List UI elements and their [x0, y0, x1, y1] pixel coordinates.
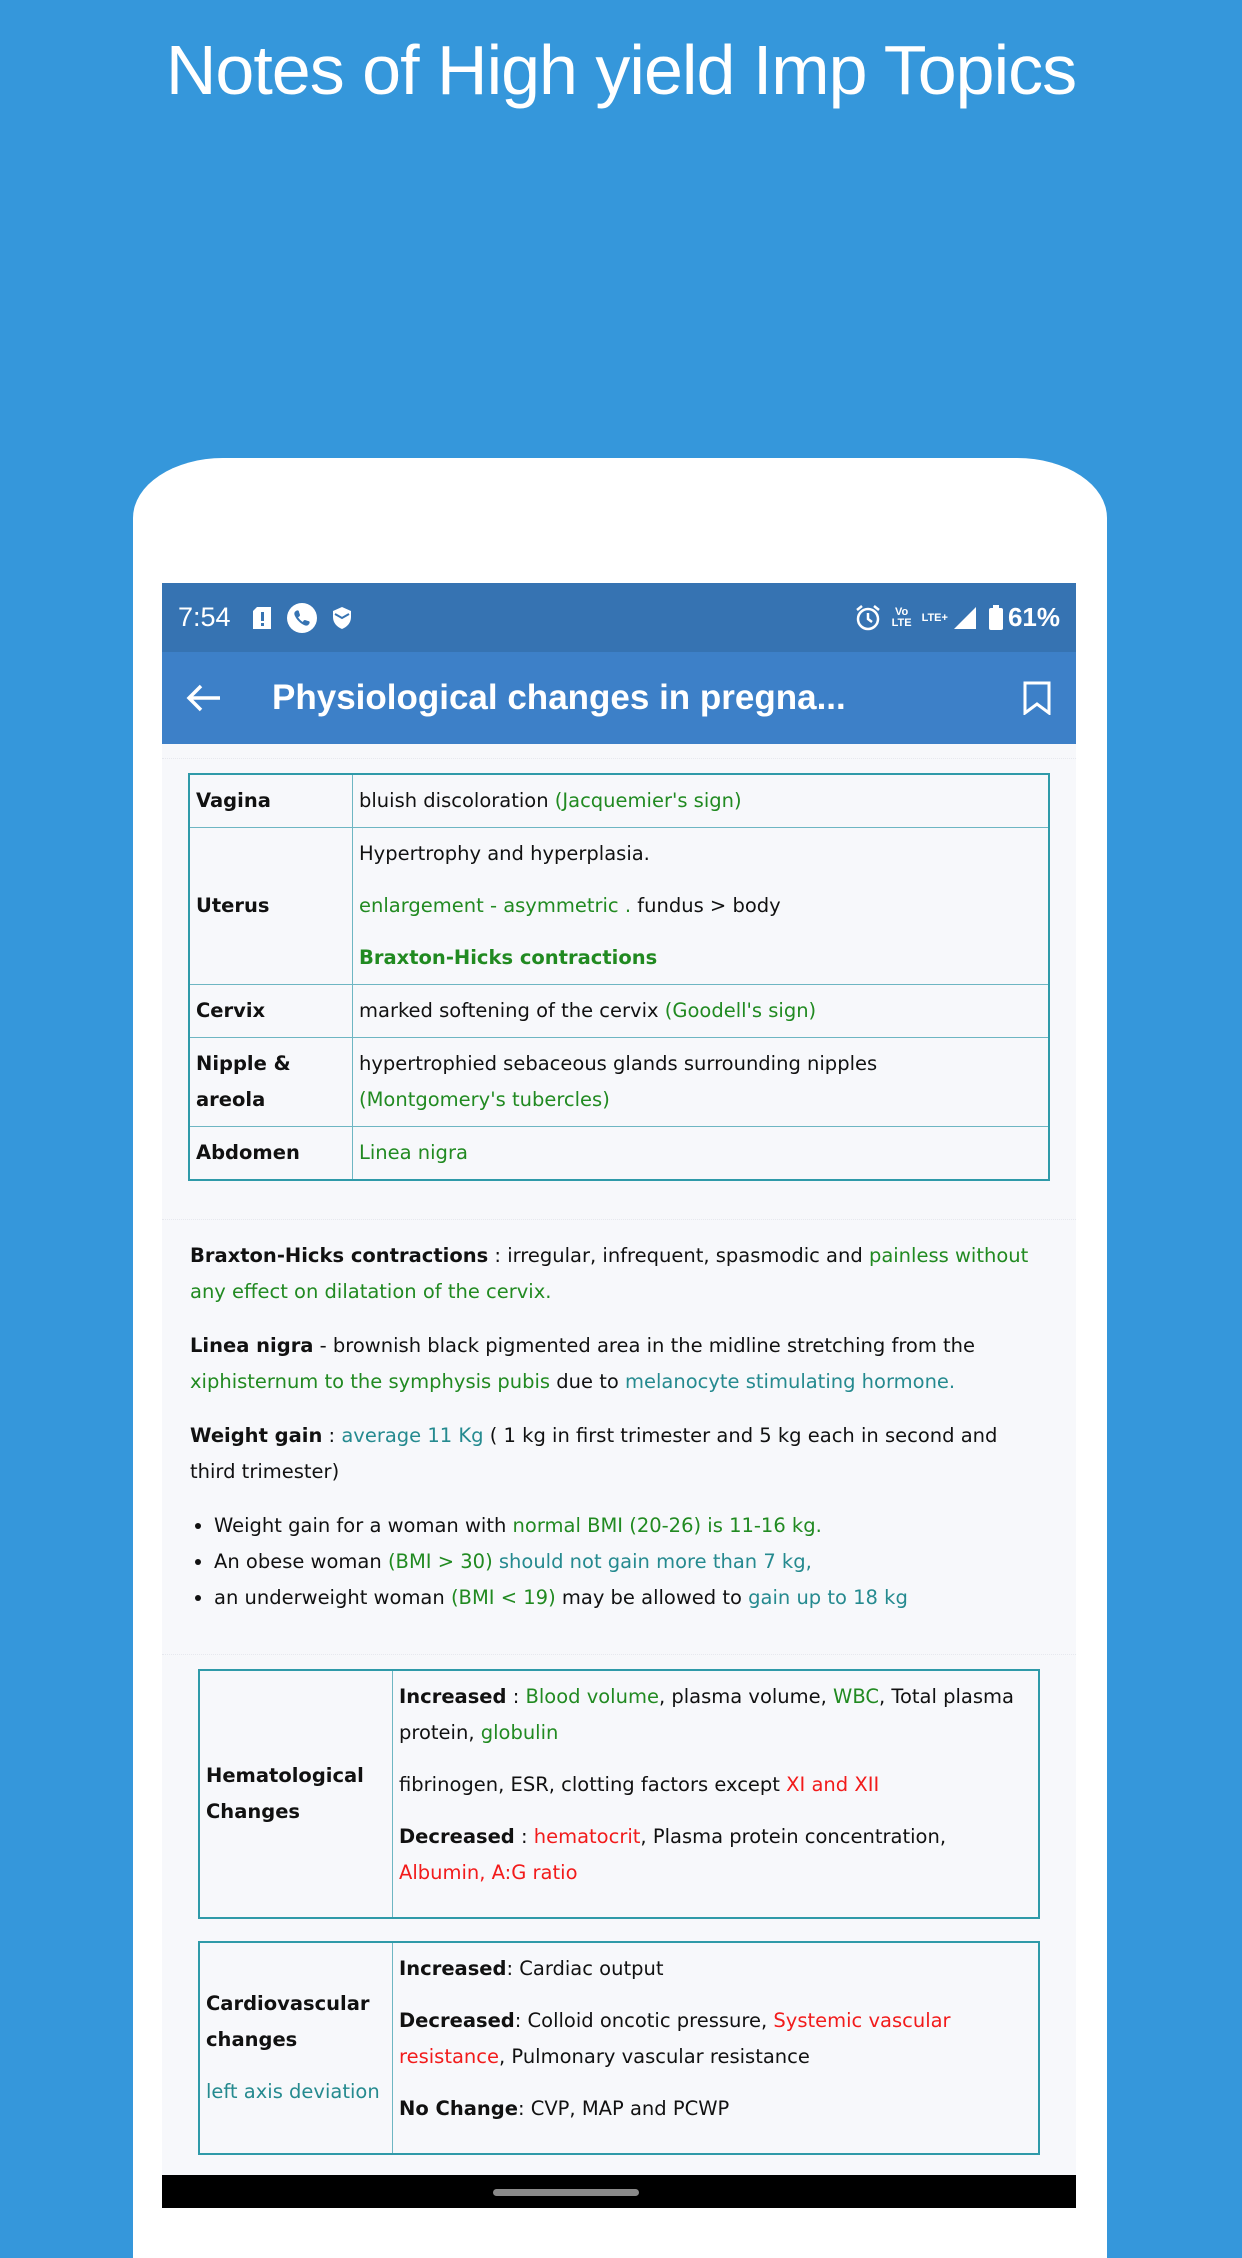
- app-bar: Physiological changes in pregna...: [162, 652, 1076, 744]
- weight-gain-paragraph: Weight gain : average 11 Kg ( 1 kg in fi…: [190, 1424, 998, 1483]
- list-item: Weight gain for a woman with normal BMI …: [214, 1508, 1050, 1544]
- battery-percent: 61%: [1007, 602, 1060, 632]
- table-row: Cardiovascular changes left axis deviati…: [198, 1941, 1040, 2155]
- table-row: Uterus Hypertrophy and hyperplasia. enla…: [188, 827, 1050, 985]
- row-value: Linea nigra: [352, 1126, 1050, 1181]
- list-item: an underweight woman (BMI < 19) may be a…: [214, 1580, 1050, 1616]
- alarm-icon: [854, 604, 882, 632]
- note-content: Vagina bluish discoloration (Jacquemier'…: [162, 744, 1076, 2155]
- navigation-bar: [162, 2175, 1076, 2208]
- home-gesture-handle[interactable]: [493, 2189, 639, 2196]
- table-row: Abdomen Linea nigra: [188, 1126, 1050, 1181]
- shield-icon: [331, 606, 353, 630]
- arrow-back-icon: [186, 684, 220, 712]
- status-bar: 7:54 Vo LTE LTE+ 61%: [162, 583, 1076, 652]
- bookmark-icon: [1023, 681, 1051, 715]
- bookmark-button[interactable]: [1012, 681, 1052, 715]
- list-item: An obese woman (BMI > 30) should not gai…: [214, 1544, 1050, 1580]
- row-head: Cervix: [188, 984, 353, 1038]
- signal-icon: [952, 605, 978, 631]
- divider: [162, 744, 1076, 759]
- row-head: Vagina: [188, 773, 353, 828]
- row-value: hypertrophied sebaceous glands surroundi…: [352, 1037, 1050, 1127]
- row-subtext: left axis deviation: [206, 2080, 380, 2103]
- table-row: Nipple & areola hypertrophied sebaceous …: [188, 1037, 1050, 1127]
- row-head: Uterus: [188, 827, 353, 985]
- braxton-paragraph: Braxton-Hicks contractions : irregular, …: [190, 1244, 1029, 1303]
- divider: [162, 1205, 1076, 1220]
- promo-title: Notes of High yield Imp Topics: [165, 31, 1077, 109]
- status-time: 7:54: [178, 602, 231, 632]
- sim-alert-icon: [251, 606, 273, 630]
- row-head: Cardiovascular changes left axis deviati…: [198, 1941, 393, 2155]
- phone-screen: 7:54 Vo LTE LTE+ 61% Physiological chang…: [162, 583, 1076, 2208]
- table-row: Cervix marked softening of the cervix (G…: [188, 984, 1050, 1038]
- page-title: Physiological changes in pregna...: [272, 678, 846, 717]
- organ-changes-table: Vagina bluish discoloration (Jacquemier'…: [188, 773, 1050, 1181]
- volte-icon: Vo LTE: [891, 605, 912, 629]
- row-head: Nipple & areola: [188, 1037, 353, 1127]
- row-value: Increased : Blood volume, plasma volume,…: [392, 1669, 1040, 1919]
- lte-plus-icon: LTE+: [921, 611, 948, 624]
- linea-nigra-paragraph: Linea nigra - brownish black pigmented a…: [190, 1334, 976, 1393]
- weight-gain-list: Weight gain for a woman with normal BMI …: [188, 1508, 1050, 1616]
- back-button[interactable]: [186, 683, 236, 713]
- row-head: Abdomen: [188, 1126, 353, 1181]
- row-value: Hypertrophy and hyperplasia. enlargement…: [352, 827, 1050, 985]
- battery-icon: [988, 604, 1004, 631]
- row-value: Increased: Cardiac output Decreased: Col…: [392, 1941, 1040, 2155]
- hematological-table: Hematological Changes Increased : Blood …: [198, 1669, 1040, 1919]
- row-head: Hematological Changes: [198, 1669, 393, 1919]
- row-value: bluish discoloration (Jacquemier's sign): [352, 773, 1050, 828]
- table-row: Hematological Changes Increased : Blood …: [198, 1669, 1040, 1919]
- table-row: Vagina bluish discoloration (Jacquemier'…: [188, 773, 1050, 828]
- divider: [162, 1640, 1076, 1655]
- row-value: marked softening of the cervix (Goodell'…: [352, 984, 1050, 1038]
- cardiovascular-table: Cardiovascular changes left axis deviati…: [198, 1941, 1040, 2155]
- phone-call-icon: [286, 602, 317, 633]
